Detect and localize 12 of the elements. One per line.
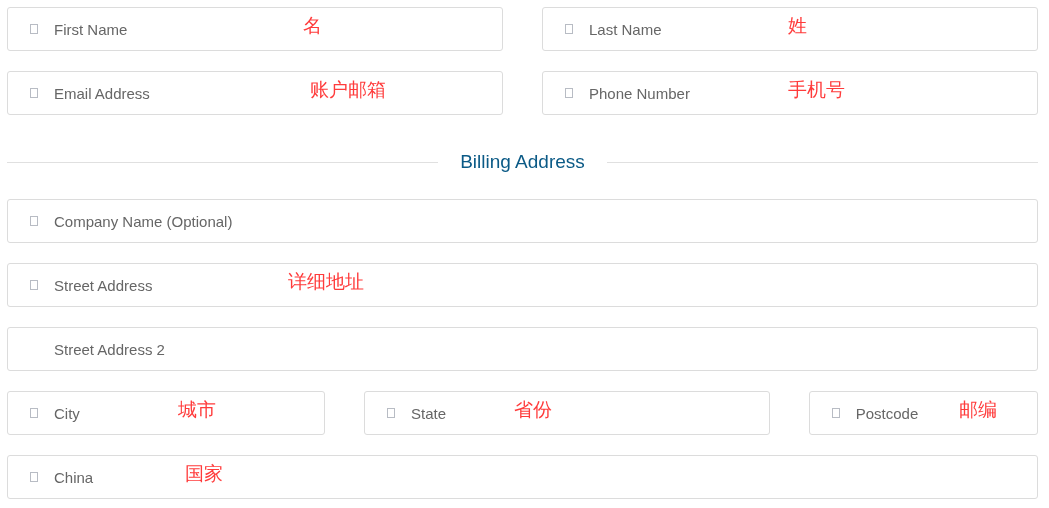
annotation: 账户邮箱 xyxy=(310,77,386,102)
annotation: 名 xyxy=(303,13,322,38)
annotation: 邮编 xyxy=(958,397,997,422)
section-title: Billing Address xyxy=(460,151,585,173)
annotation: 姓 xyxy=(788,13,807,38)
annotation: 省份 xyxy=(514,397,552,422)
annotation: 手机号 xyxy=(788,77,845,102)
annotation: 国家 xyxy=(185,461,223,486)
annotation: 城市 xyxy=(178,397,216,422)
annotation: 详细地址 xyxy=(288,269,364,294)
input-field[interactable]: Street Address 2 xyxy=(7,327,1038,371)
input-field[interactable]: Company Name (Optional) xyxy=(7,199,1038,243)
